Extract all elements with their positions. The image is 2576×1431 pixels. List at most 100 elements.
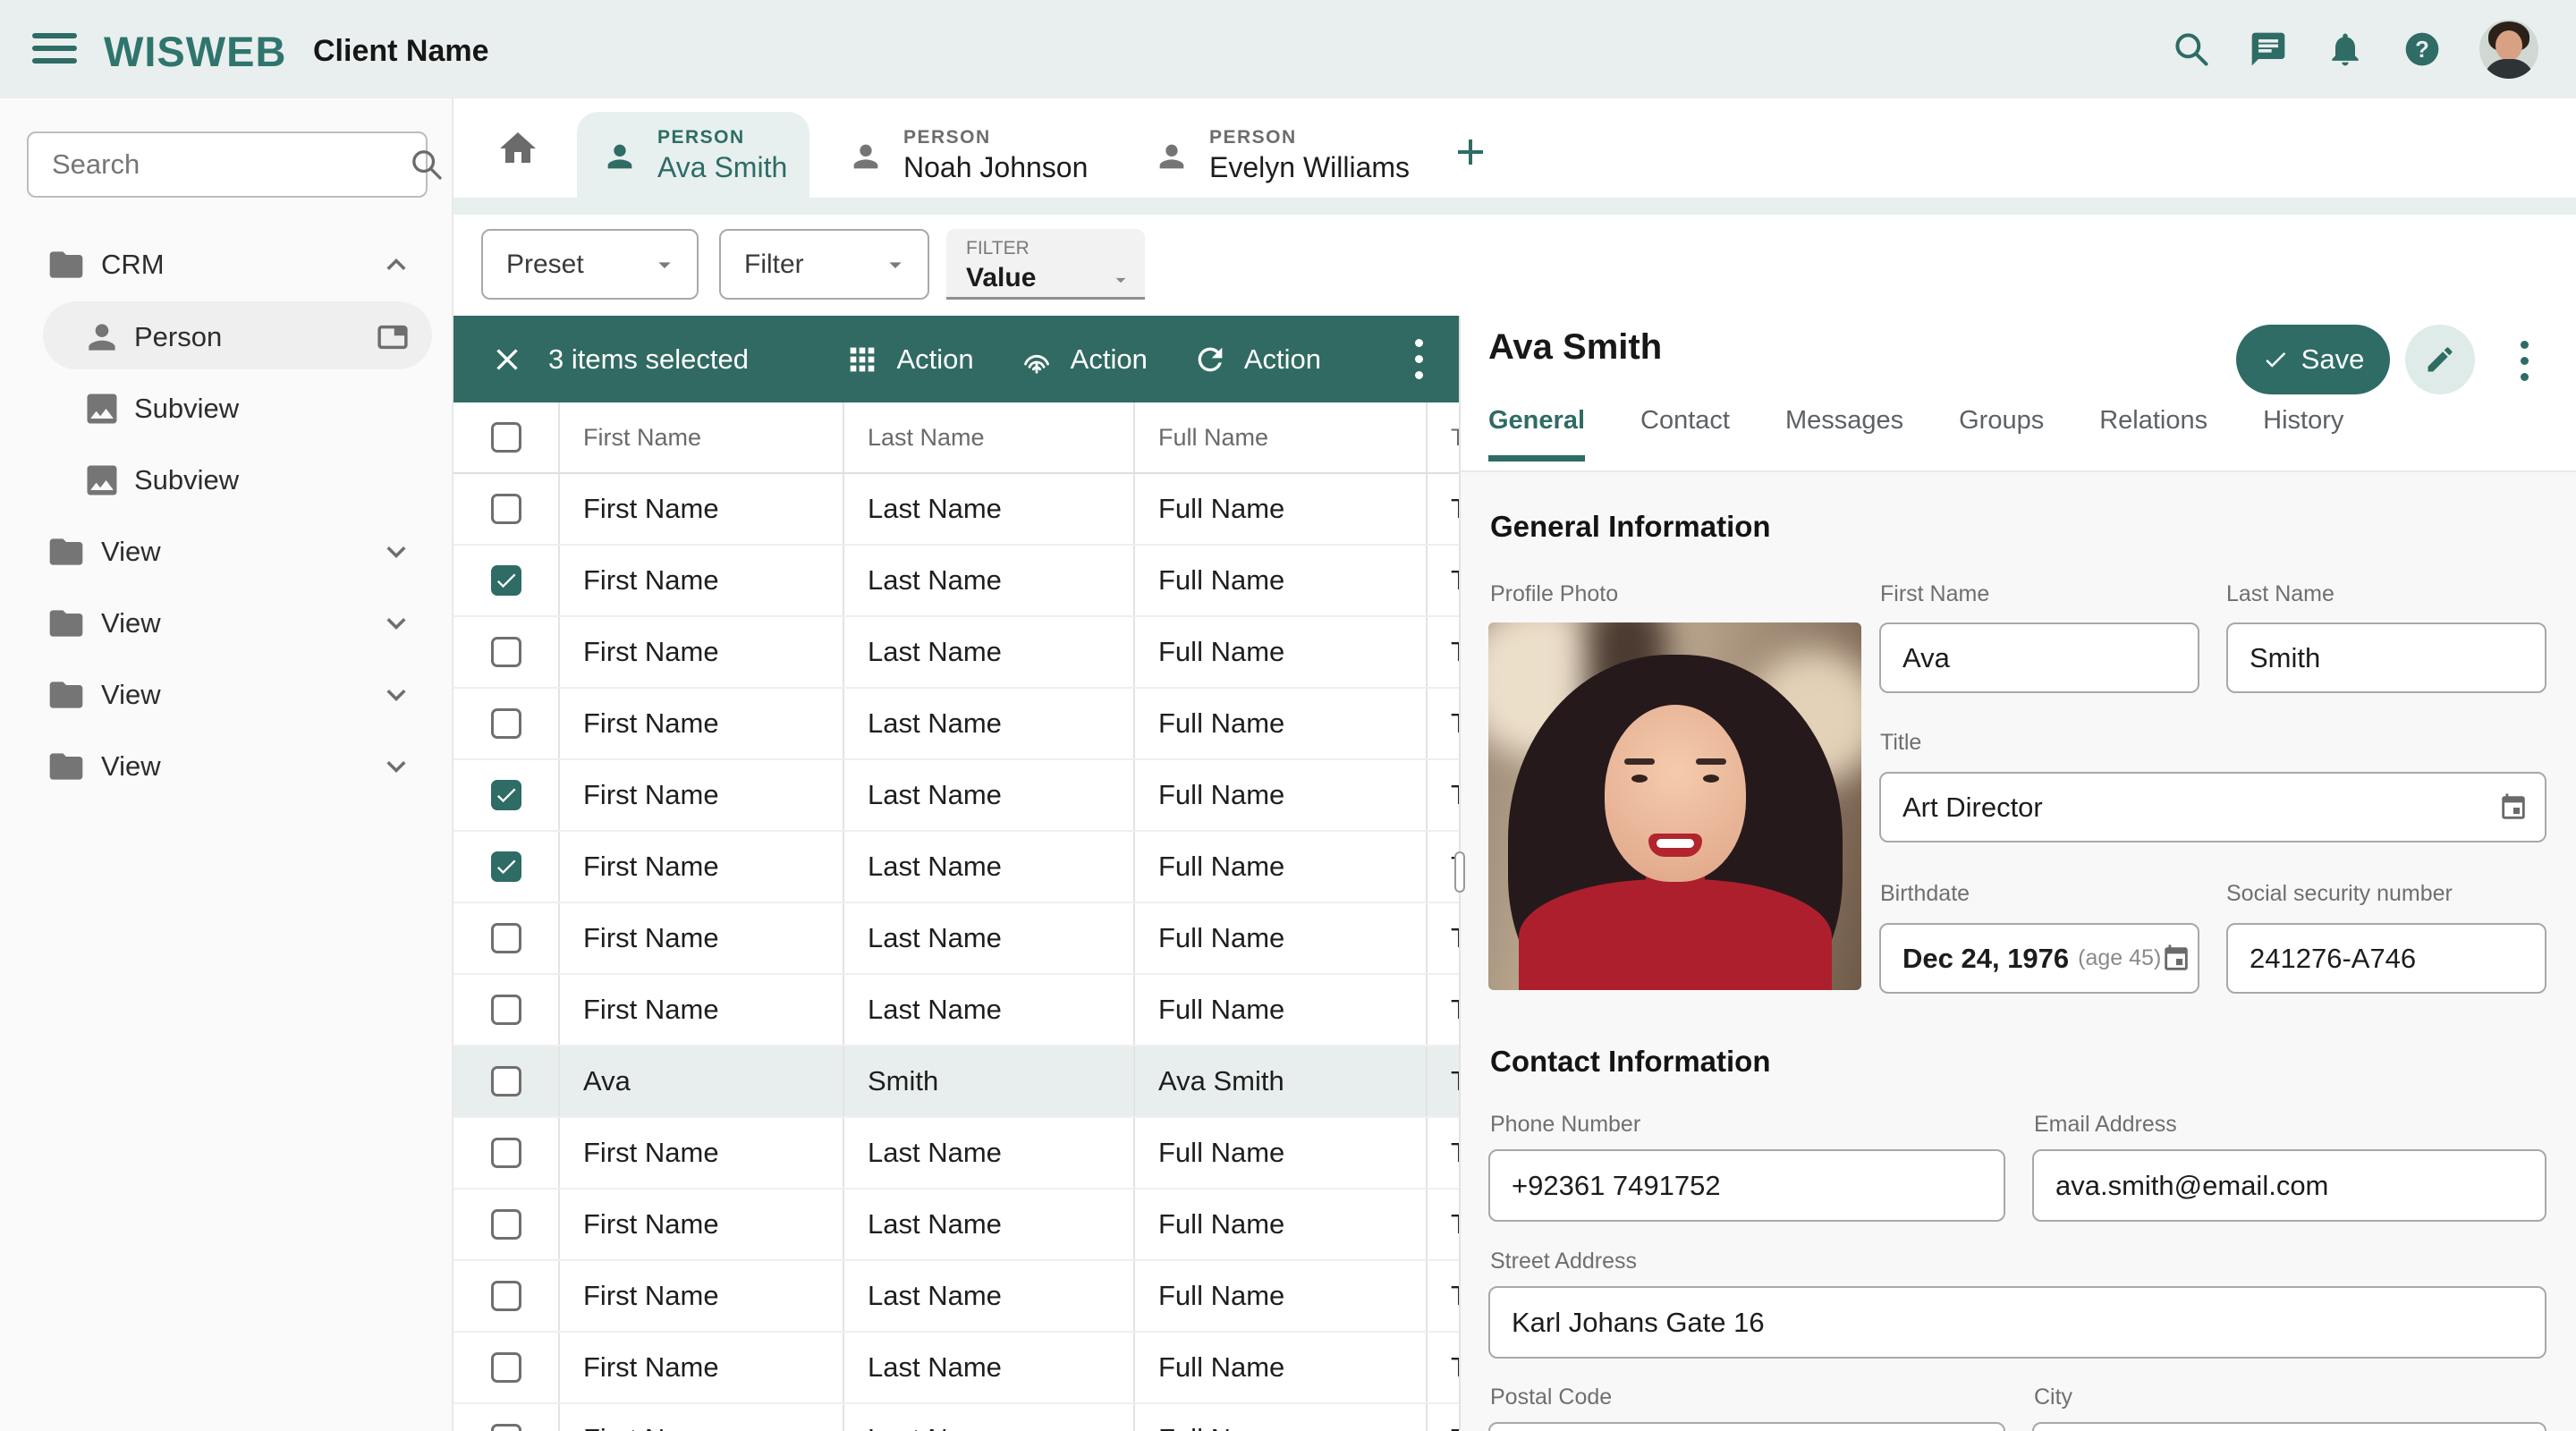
row-checkbox[interactable] [491,565,521,596]
street-field[interactable]: Karl Johans Gate 16 [1488,1286,2546,1359]
chevron-down-icon[interactable] [377,676,415,714]
select-all-checkbox[interactable] [491,422,521,453]
table-cell[interactable]: T [1428,617,1459,687]
table-cell[interactable]: Full Name [1135,689,1428,758]
row-checkbox[interactable] [491,708,521,739]
table-cell[interactable]: T [1428,1333,1459,1402]
row-checkbox[interactable] [491,780,521,810]
table-cell[interactable]: T [1428,760,1459,830]
column-header-truncated[interactable]: T [1428,402,1459,472]
tab-messages[interactable]: Messages [1785,406,1903,461]
action-button-grid[interactable]: Action [844,342,973,377]
tab-relations[interactable]: Relations [2099,406,2207,461]
sidebar-item-person[interactable]: Person [0,301,453,373]
table-cell[interactable]: Full Name [1135,617,1428,687]
table-cell[interactable]: T [1428,1046,1459,1116]
table-cell[interactable]: Last Name [844,975,1135,1045]
table-cell[interactable]: First Name [560,1333,844,1402]
email-field[interactable]: ava.smith@email.com [2032,1149,2546,1222]
sidebar-item-crm[interactable]: CRM [0,229,453,301]
save-button[interactable]: Save [2236,325,2390,394]
table-cell[interactable]: Last Name [844,1404,1135,1431]
table-cell[interactable]: Full Name [1135,832,1428,902]
table-cell[interactable]: Full Name [1135,975,1428,1045]
table-cell[interactable]: Full Name [1135,1261,1428,1331]
chat-icon[interactable] [2249,30,2288,69]
tab-groups[interactable]: Groups [1959,406,2044,461]
row-checkbox[interactable] [491,851,521,882]
row-checkbox[interactable] [491,1424,521,1431]
panel-more-options-icon[interactable] [2520,341,2529,381]
table-cell[interactable]: Full Name [1135,546,1428,615]
table-cell[interactable]: Ava Smith [1135,1046,1428,1116]
first-name-field[interactable]: Ava [1879,622,2199,693]
table-row[interactable]: First NameLast NameFull NameT [453,1190,1459,1261]
sidebar-item-subview-1[interactable]: Subview [0,373,453,445]
table-row[interactable]: First NameLast NameFull NameT [453,832,1459,903]
tab-general[interactable]: General [1488,406,1585,461]
table-cell[interactable]: Full Name [1135,760,1428,830]
table-row[interactable]: First NameLast NameFull NameT [453,975,1459,1046]
table-cell[interactable]: Full Name [1135,474,1428,544]
table-row[interactable]: First NameLast NameFull NameT [453,546,1459,617]
table-row[interactable]: First NameLast NameFull NameT [453,1261,1459,1333]
preset-select[interactable]: Preset [481,229,699,300]
table-cell[interactable]: First Name [560,689,844,758]
table-row[interactable]: First NameLast NameFull NameT [453,689,1459,760]
postal-code-field[interactable] [1488,1422,2005,1431]
table-cell[interactable]: First Name [560,1190,844,1259]
tab-history[interactable]: History [2263,406,2343,461]
open-view-icon[interactable] [374,318,411,356]
table-scrollbar-thumb[interactable] [1454,851,1465,893]
table-cell[interactable]: First Name [560,903,844,973]
table-cell[interactable]: T [1428,689,1459,758]
user-avatar[interactable] [2479,20,2538,79]
table-cell[interactable]: First Name [560,1118,844,1188]
home-icon[interactable] [496,127,539,170]
close-icon[interactable] [489,342,525,377]
table-row[interactable]: First NameLast NameFull NameT [453,474,1459,546]
column-header-full-name[interactable]: Full Name [1135,402,1428,472]
table-cell[interactable]: T [1428,474,1459,544]
table-cell[interactable]: Last Name [844,1190,1135,1259]
tab-ava-smith[interactable]: PERSON Ava Smith [577,112,809,198]
table-row[interactable]: First NameLast NameFull NameT [453,1404,1459,1431]
table-cell[interactable]: Last Name [844,832,1135,902]
column-header-first-name[interactable]: First Name [560,402,844,472]
table-cell[interactable]: Last Name [844,903,1135,973]
table-cell[interactable]: Last Name [844,546,1135,615]
table-row[interactable]: First NameLast NameFull NameT [453,1118,1459,1190]
table-cell[interactable]: Full Name [1135,1118,1428,1188]
table-cell[interactable]: Full Name [1135,1190,1428,1259]
menu-icon[interactable] [32,33,77,65]
table-cell[interactable]: First Name [560,474,844,544]
table-cell[interactable]: T [1428,1190,1459,1259]
table-cell[interactable]: First Name [560,975,844,1045]
table-cell[interactable]: Last Name [844,1333,1135,1402]
row-checkbox[interactable] [491,637,521,667]
chevron-down-icon[interactable] [377,605,415,642]
row-checkbox[interactable] [491,1281,521,1311]
table-cell[interactable]: Last Name [844,1261,1135,1331]
table-cell[interactable]: Full Name [1135,1333,1428,1402]
edit-button[interactable] [2405,325,2475,394]
calendar-icon[interactable] [2161,944,2191,974]
action-button-refresh[interactable]: Action [1192,342,1321,377]
tab-noah-johnson[interactable]: PERSON Noah Johnson [823,112,1100,198]
table-cell[interactable]: T [1428,546,1459,615]
table-cell[interactable]: Full Name [1135,1404,1428,1431]
table-cell[interactable]: First Name [560,832,844,902]
notifications-icon[interactable] [2326,30,2365,69]
table-cell[interactable]: T [1428,1261,1459,1331]
table-cell[interactable]: T [1428,1118,1459,1188]
chevron-down-icon[interactable] [377,533,415,571]
tab-evelyn-williams[interactable]: PERSON Evelyn Williams [1129,112,1424,198]
chevron-up-icon[interactable] [377,246,415,284]
row-checkbox[interactable] [491,494,521,524]
row-checkbox[interactable] [491,1209,521,1240]
title-field[interactable]: Art Director [1879,772,2546,843]
more-options-icon[interactable] [1412,339,1425,379]
sidebar-item-view-3[interactable]: View [0,659,453,731]
table-row[interactable]: First NameLast NameFull NameT [453,903,1459,975]
table-cell[interactable]: Ava [560,1046,844,1116]
